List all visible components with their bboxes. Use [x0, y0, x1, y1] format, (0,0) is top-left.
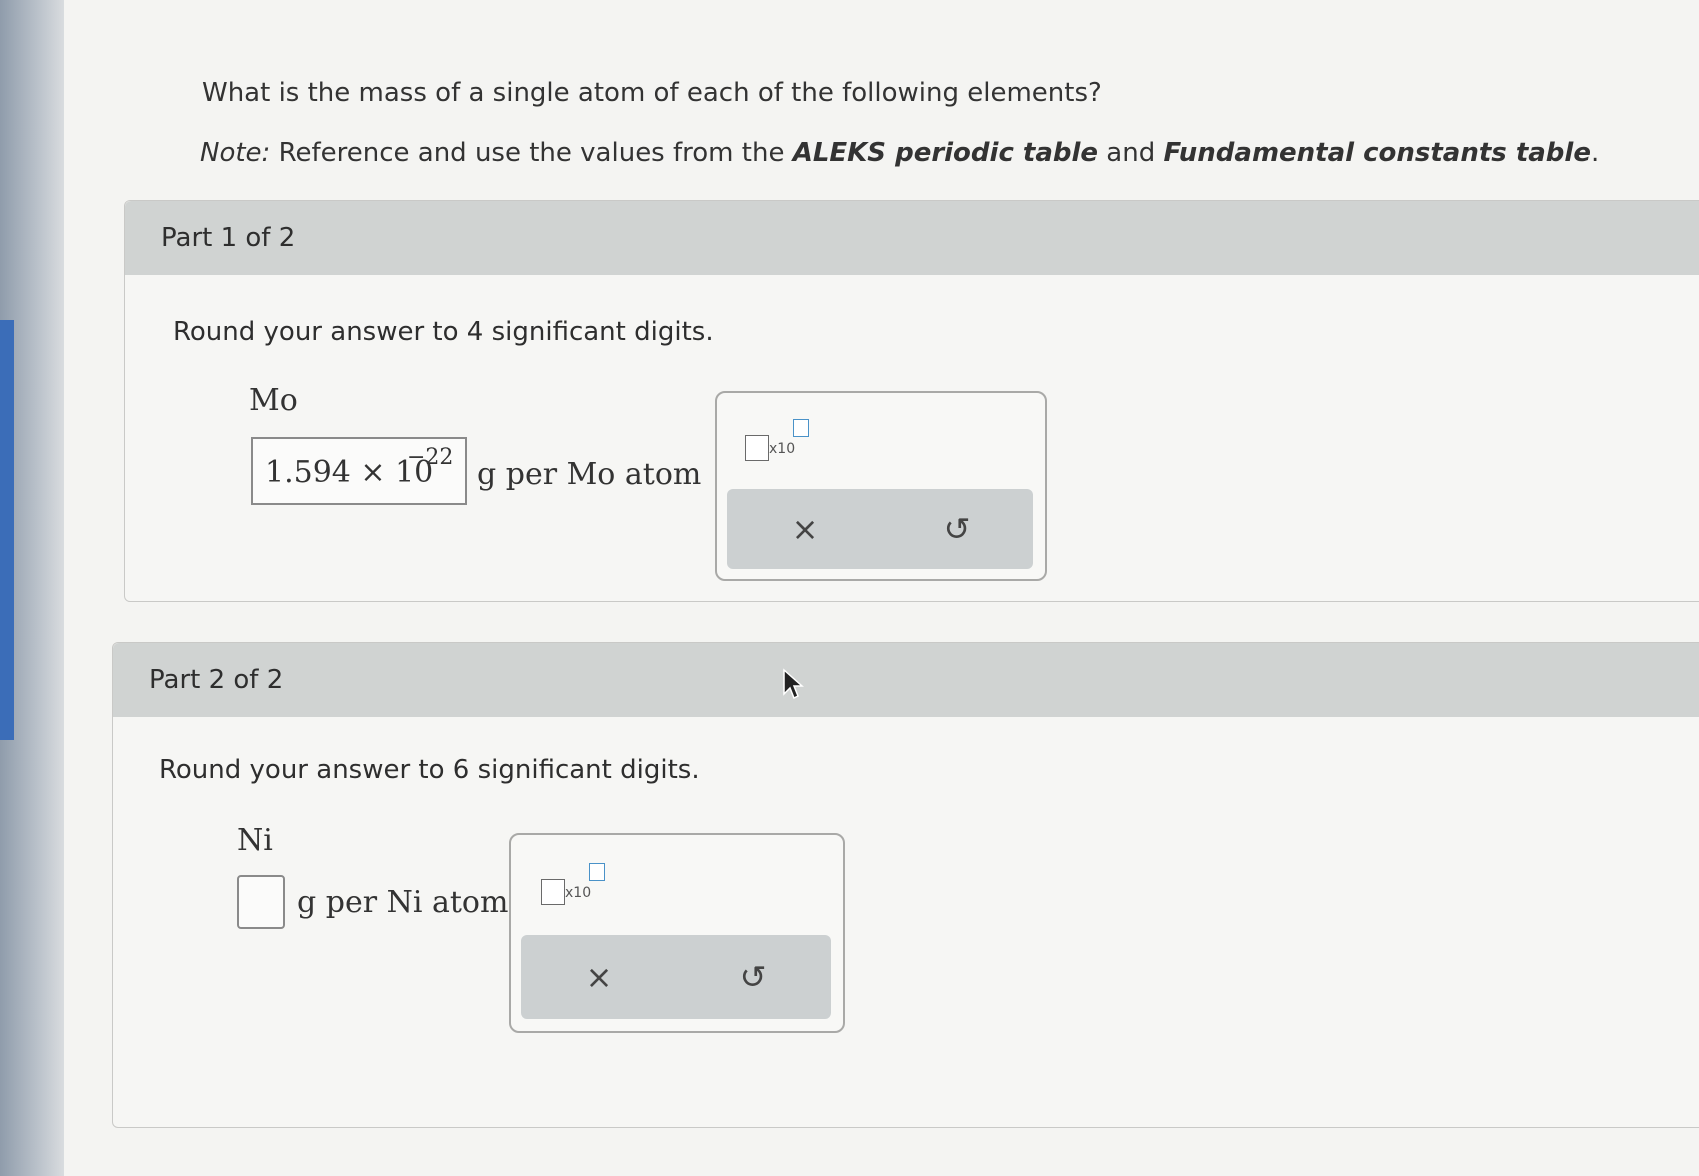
scientific-notation-button[interactable]: x10	[745, 419, 815, 463]
note-end: .	[1590, 138, 1600, 168]
question-text: What is the mass of a single atom of eac…	[202, 78, 1102, 108]
exponent-box-icon	[589, 863, 605, 881]
base-box-icon	[541, 879, 565, 905]
question-page: What is the mass of a single atom of eac…	[64, 0, 1699, 1176]
part-2-unit: g per Ni atom	[297, 885, 509, 920]
note-text-2: and	[1098, 138, 1164, 168]
part-2-answer-input[interactable]	[237, 875, 285, 929]
x10-label: x10	[769, 441, 796, 457]
clear-icon[interactable]: ×	[783, 507, 827, 551]
part-1-element-label: Mo	[249, 383, 298, 418]
note-text: Note: Reference and use the values from …	[200, 138, 1599, 168]
part-1-header: Part 1 of 2	[125, 201, 1699, 275]
part-1-instruction: Round your answer to 4 significant digit…	[173, 317, 714, 347]
part-1-title: Part 1 of 2	[161, 223, 296, 253]
part-1-toolbox: x10 × ↺	[715, 391, 1047, 581]
exponent-box-icon	[793, 419, 809, 437]
base-box-icon	[745, 435, 769, 461]
part-1-answer-input[interactable]: 1.594 × 10 −22	[251, 437, 467, 505]
undo-icon[interactable]: ↺	[935, 507, 979, 551]
part-2-title: Part 2 of 2	[149, 665, 284, 695]
constants-table-link[interactable]: Fundamental constants table	[1164, 138, 1591, 168]
part-2-element-label: Ni	[237, 823, 273, 858]
part-2-action-bar: × ↺	[521, 935, 831, 1019]
part-2-toolbox: x10 × ↺	[509, 833, 845, 1033]
undo-icon[interactable]: ↺	[731, 955, 775, 999]
x10-label: x10	[565, 885, 592, 901]
part-1-unit: g per Mo atom	[477, 457, 702, 492]
part-2-header: Part 2 of 2	[113, 643, 1699, 717]
part-2-instruction: Round your answer to 6 significant digit…	[159, 755, 700, 785]
answer-exponent: −22	[407, 445, 454, 470]
part-1-panel: Part 1 of 2 Round your answer to 4 signi…	[124, 200, 1699, 602]
left-edge-accent	[0, 320, 14, 740]
periodic-table-link[interactable]: ALEKS periodic table	[793, 138, 1098, 168]
mouse-pointer-icon	[783, 668, 804, 700]
note-label: Note:	[200, 138, 271, 168]
part-1-action-bar: × ↺	[727, 489, 1033, 569]
clear-icon[interactable]: ×	[577, 955, 621, 999]
part-2-panel: Part 2 of 2 Round your answer to 6 signi…	[112, 642, 1699, 1128]
note-text-1: Reference and use the values from the	[270, 138, 793, 168]
left-edge	[0, 0, 64, 1176]
scientific-notation-button[interactable]: x10	[541, 863, 611, 907]
